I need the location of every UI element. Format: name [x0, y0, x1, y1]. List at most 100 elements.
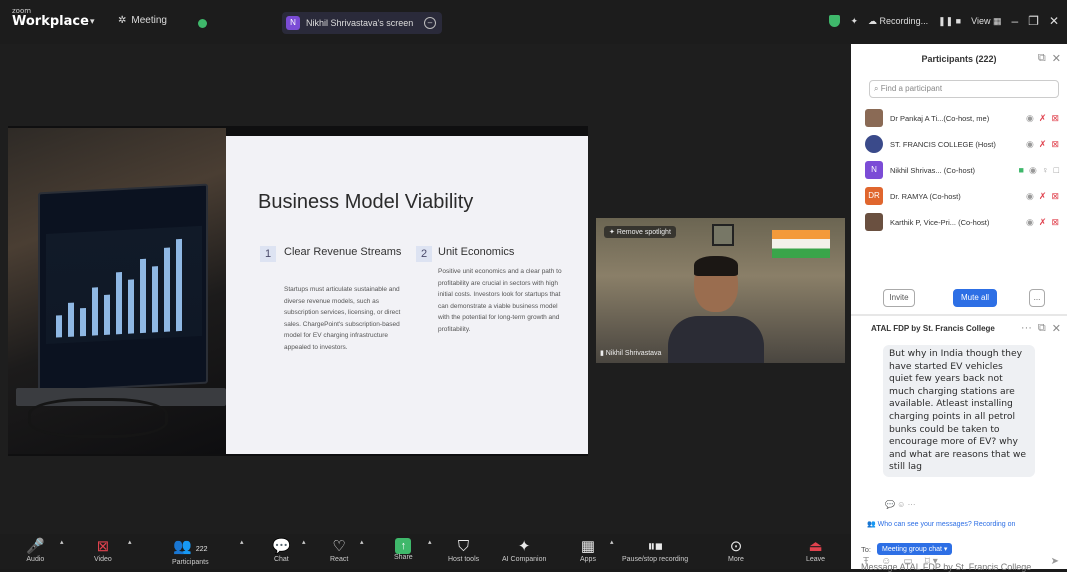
muted-mic-icon: ✗: [1038, 138, 1047, 149]
panel-header-icons: ⧉ ✕: [1038, 52, 1061, 65]
wall-frame: [712, 224, 734, 246]
muted-mic-icon: ✗: [1038, 190, 1047, 201]
format-icon[interactable]: Ŧ: [863, 556, 869, 567]
mute-all-button[interactable]: Mute all: [953, 289, 997, 307]
react-button[interactable]: ♡ React: [330, 538, 348, 563]
participants-options-caret[interactable]: ▴: [240, 538, 244, 546]
chat-header-icons: ··· ⧉ ✕: [1021, 322, 1061, 335]
screen-share-indicator[interactable]: N Nikhil Shrivastava's screen –: [282, 12, 442, 34]
participants-button[interactable]: 👥 222 Participants: [172, 538, 209, 566]
video-icon: □: [1053, 164, 1059, 175]
host-tools-button[interactable]: ⛉ Host tools: [448, 538, 479, 563]
muted-mic-icon: ✗: [1038, 112, 1047, 123]
ai-companion-button[interactable]: ✦ AI Companion: [502, 538, 546, 563]
item-number-2: 2: [416, 246, 432, 262]
muted-mic-icon: 🎤: [26, 538, 45, 555]
speaker-video[interactable]: ✦ Remove spotlight ▮ Nikhil Shrivastava: [596, 218, 845, 363]
participant-search-input[interactable]: ⌕ Find a participant: [869, 80, 1059, 98]
video-icon: ◉: [1026, 112, 1034, 123]
share-button[interactable]: ↑ Share: [394, 538, 413, 561]
apps-options-caret[interactable]: ▴: [610, 538, 614, 546]
chevron-down-icon[interactable]: ▾: [90, 16, 95, 27]
more-options-button[interactable]: ...: [1029, 289, 1045, 307]
chat-message: But why in India though they have starte…: [883, 345, 1035, 477]
apps-grid-icon: ▦: [580, 538, 596, 555]
emoji-icon[interactable]: ☺: [881, 556, 891, 567]
audio-button[interactable]: 🎤 Audio: [26, 538, 45, 563]
video-off-icon: ⊠: [1051, 112, 1059, 123]
react-options-caret[interactable]: ▴: [360, 538, 364, 546]
share-options-caret[interactable]: ▴: [428, 538, 432, 546]
minimize-icon[interactable]: –: [1011, 14, 1018, 28]
video-options-caret[interactable]: ▴: [128, 538, 132, 546]
video-name-tag: ▮ Nikhil Shrivastava: [600, 350, 662, 357]
chat-options-caret[interactable]: ▴: [302, 538, 306, 546]
participant-row[interactable]: Karthik P, Vice-Pri... (Co-host) ◉ ✗ ⊠: [865, 211, 1065, 233]
video-button[interactable]: ⊠ Video: [94, 538, 112, 563]
video-icon: ◉: [1026, 138, 1034, 149]
popout-icon[interactable]: ⧉: [1038, 322, 1046, 335]
slide-image-laptop: [8, 128, 226, 454]
heart-icon: ♡: [332, 538, 346, 555]
participant-row[interactable]: Dr Pankaj A Ti...(Co-host, me) ◉ ✗ ⊠: [865, 107, 1065, 129]
panel-title: Participants (222): [921, 54, 997, 64]
shield-icon[interactable]: [829, 15, 841, 27]
participant-row[interactable]: N Nikhil Shrivas... (Co-host) ■ ◉ ♀ □: [865, 159, 1065, 181]
col2-text: Positive unit economics and a clear path…: [438, 268, 562, 333]
more-dots-icon[interactable]: ···: [1021, 322, 1032, 335]
invite-button[interactable]: Invite: [883, 289, 915, 307]
avatar: [865, 135, 883, 153]
participant-row[interactable]: ST. FRANCIS COLLEGE (Host) ◉ ✗ ⊠: [865, 133, 1065, 155]
close-icon[interactable]: ✕: [1052, 322, 1061, 335]
recording-indicator[interactable]: ☁ Recording...: [868, 16, 928, 27]
panel-divider: [851, 314, 1067, 316]
more-button[interactable]: ⊙ More: [728, 538, 744, 563]
sparkle-icon: ✦: [517, 538, 531, 555]
col2-heading: Unit Economics: [438, 246, 515, 258]
message-reactions[interactable]: 💬 ☺ ···: [885, 500, 916, 509]
share-arrow-icon: ↑: [395, 538, 412, 554]
zoom-logo: zoom Workplace: [12, 7, 89, 29]
mic-icon: ♀: [1041, 164, 1049, 175]
pause-stop-icon: ⏸⏹: [647, 538, 663, 555]
item-number-1: 1: [260, 246, 276, 262]
sparkle-icon[interactable]: ✦: [850, 16, 858, 27]
recipient-dropdown[interactable]: Meeting group chat ▾: [877, 543, 953, 555]
send-icon[interactable]: ➤: [1051, 556, 1059, 567]
file-icon[interactable]: ▭: [903, 556, 912, 567]
who-can-see-link[interactable]: 👥 Who can see your messages? Recording o…: [867, 520, 1015, 528]
meeting-menu[interactable]: ✲ Meeting: [118, 15, 167, 26]
more-dots-icon: ⊙: [729, 538, 743, 555]
avatar: N: [865, 161, 883, 179]
video-icon: ◉: [1026, 190, 1034, 201]
meeting-stage: Business Model Viability 1 Clear Revenue…: [0, 44, 851, 534]
popout-icon[interactable]: ⧉: [1038, 52, 1046, 65]
avatar: [865, 109, 883, 127]
view-button[interactable]: View ▦: [971, 16, 1001, 27]
video-off-icon: ⊠: [96, 538, 110, 555]
leave-button[interactable]: ⏏ Leave: [806, 538, 825, 563]
stock-chart-image: [46, 225, 202, 345]
pause-recording-button[interactable]: ⏸⏹ Pause/stop recording: [622, 538, 688, 563]
participants-panel: Participants (222) ⧉ ✕ ⌕ Find a particip…: [851, 44, 1067, 572]
close-icon[interactable]: ✕: [1052, 52, 1061, 65]
pause-stop-icon[interactable]: ❚❚ ■: [938, 16, 961, 27]
muted-mic-icon: ✗: [1038, 216, 1047, 227]
screenshot-icon[interactable]: ⌑ ▾: [925, 556, 938, 567]
audio-options-caret[interactable]: ▴: [60, 538, 64, 546]
close-icon[interactable]: ✕: [1049, 14, 1059, 28]
apps-button[interactable]: ▦ Apps: [580, 538, 596, 563]
recipient-row: To: Meeting group chat ▾: [861, 543, 953, 555]
meeting-toolbar: 🎤 Audio ▴ ⊠ Video ▴ 👥 222 Participants ▴ 💬 C…: [0, 534, 851, 569]
remove-spotlight-button[interactable]: ✦ Remove spotlight: [604, 226, 676, 238]
flag-image: [772, 230, 830, 258]
chat-title: ATAL FDP by St. Francis College: [871, 324, 995, 333]
chat-format-toolbar: Ŧ ☺ ▭ ⌑ ▾: [863, 556, 938, 567]
restore-icon[interactable]: ❐: [1028, 14, 1039, 28]
participant-row[interactable]: DR Dr. RAMYA (Co-host) ◉ ✗ ⊠: [865, 185, 1065, 207]
chat-button[interactable]: 💬 Chat: [272, 538, 291, 563]
security-status-icon[interactable]: [198, 19, 207, 28]
shield-icon: ⛉: [457, 538, 470, 555]
video-off-icon: ⊠: [1051, 190, 1059, 201]
share-options-icon[interactable]: –: [424, 17, 436, 29]
